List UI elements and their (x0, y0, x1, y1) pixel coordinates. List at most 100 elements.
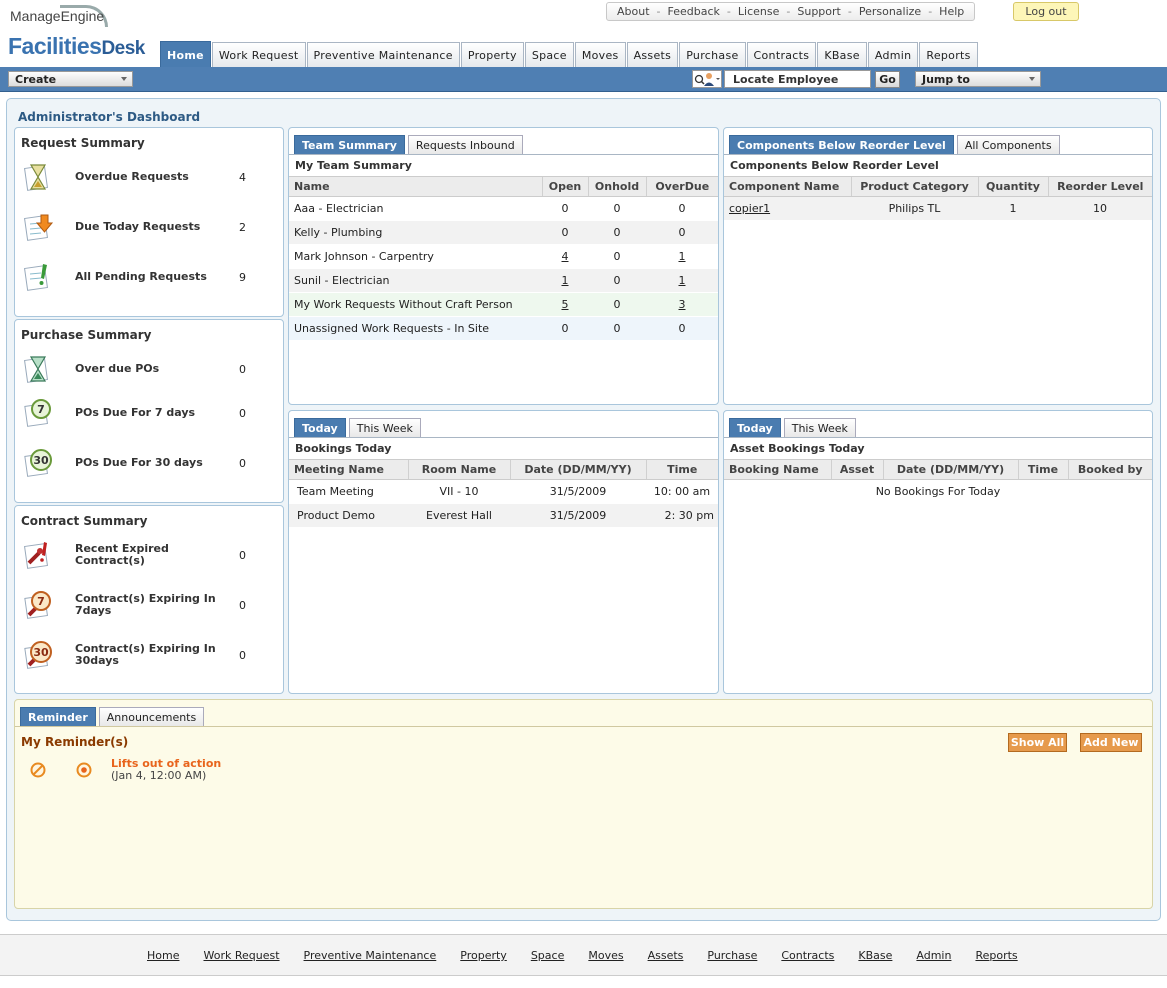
open-count-link[interactable]: 5 (562, 298, 569, 311)
go-button[interactable]: Go (875, 71, 900, 88)
col-meeting-name[interactable]: Meeting Name (289, 459, 408, 480)
tab-team-summary[interactable]: Team Summary (294, 135, 405, 154)
top-link-license[interactable]: License (738, 5, 779, 18)
pos-due-30-days-row[interactable]: 30 POs Due For 30 days 0 (21, 446, 271, 480)
footer-link-admin[interactable]: Admin (916, 949, 951, 962)
add-new-button[interactable]: Add New (1080, 733, 1142, 752)
col-component-name[interactable]: Component Name (724, 176, 851, 197)
footer-link-work-request[interactable]: Work Request (203, 949, 279, 962)
top-link-about[interactable]: About (617, 5, 650, 18)
contracts-expiring-7-row[interactable]: 7 Contract(s) Expiring In 7days 0 (21, 588, 271, 622)
tab-all-components[interactable]: All Components (956, 135, 1060, 154)
col-asset[interactable]: Asset (830, 459, 883, 480)
footer-link-preventive-maintenance[interactable]: Preventive Maintenance (304, 949, 437, 962)
tab-reports[interactable]: Reports (919, 42, 978, 68)
tab-moves[interactable]: Moves (574, 42, 626, 68)
footer-link-moves[interactable]: Moves (588, 949, 623, 962)
table-header: Component Name Product Category Quantity… (724, 176, 1152, 197)
col-overdue[interactable]: OverDue (645, 176, 718, 197)
reminder-tabs: Reminder Announcements (20, 707, 207, 726)
open-count-link[interactable]: 4 (562, 250, 569, 263)
contract-summary-title: Contract Summary (21, 514, 148, 528)
tab-purchase[interactable]: Purchase (679, 42, 746, 68)
tab-contracts[interactable]: Contracts (746, 42, 817, 68)
col-time[interactable]: Time (645, 459, 718, 480)
col-date[interactable]: Date (DD/MM/YY) (509, 459, 646, 480)
employee-search-icon[interactable] (692, 70, 722, 88)
delete-reminder-icon[interactable] (29, 761, 47, 782)
tab-preventive-maintenance[interactable]: Preventive Maintenance (306, 42, 460, 68)
components-table: Component Name Product Category Quantity… (724, 176, 1152, 221)
cell-room: Everest Hall (408, 503, 510, 528)
footer-link-home[interactable]: Home (147, 949, 179, 962)
jump-to-dropdown[interactable]: Jump to (915, 71, 1041, 87)
tab-work-request[interactable]: Work Request (211, 42, 306, 68)
footer-link-contracts[interactable]: Contracts (781, 949, 834, 962)
dashboard-title: Administrator's Dashboard (18, 110, 201, 124)
create-label: Create (15, 72, 57, 86)
complete-reminder-icon[interactable] (75, 761, 93, 782)
col-time[interactable]: Time (1017, 459, 1068, 480)
tab-assets[interactable]: Assets (626, 42, 679, 68)
col-quantity[interactable]: Quantity (977, 176, 1048, 197)
col-product-category[interactable]: Product Category (850, 176, 978, 197)
top-link-help[interactable]: Help (939, 5, 964, 18)
tab-today[interactable]: Today (294, 418, 346, 437)
logout-button[interactable]: Log out (1013, 2, 1079, 21)
footer-link-reports[interactable]: Reports (975, 949, 1017, 962)
contracts-expiring-30-row[interactable]: 30 Contract(s) Expiring In 30days 0 (21, 638, 271, 672)
tab-components-below-reorder[interactable]: Components Below Reorder Level (729, 135, 954, 154)
col-booking-name[interactable]: Booking Name (724, 459, 831, 480)
tab-reminder[interactable]: Reminder (20, 707, 96, 726)
overdue-count-link[interactable]: 1 (679, 274, 686, 287)
locate-employee-input[interactable]: Locate Employee (724, 70, 871, 88)
col-name[interactable]: Name (289, 176, 542, 197)
tab-admin[interactable]: Admin (867, 42, 919, 68)
tab-property[interactable]: Property (460, 42, 524, 68)
tab-announcements[interactable]: Announcements (98, 707, 205, 726)
table-row: Mark Johnson - Carpentry 4 0 1 (289, 244, 718, 269)
due-today-requests-row[interactable]: Due Today Requests 2 (21, 210, 271, 244)
col-room-name[interactable]: Room Name (407, 459, 510, 480)
col-date[interactable]: Date (DD/MM/YY) (882, 459, 1018, 480)
tab-kbase[interactable]: KBase (817, 42, 867, 68)
product-logo[interactable]: FacilitiesDesk (8, 33, 145, 60)
no-bookings-message: No Bookings For Today (724, 479, 1152, 504)
cell-onhold: 0 (588, 196, 646, 221)
overdue-count-link[interactable]: 3 (679, 298, 686, 311)
contracts-expiring-7-label: Contract(s) Expiring In 7days (75, 592, 216, 617)
all-pending-requests-row[interactable]: All Pending Requests 9 (21, 260, 271, 294)
footer-link-property[interactable]: Property (460, 949, 507, 962)
footer-link-purchase[interactable]: Purchase (707, 949, 757, 962)
create-dropdown[interactable]: Create (8, 71, 133, 87)
col-booked-by[interactable]: Booked by (1067, 459, 1152, 480)
tab-today[interactable]: Today (729, 418, 781, 437)
table-row: copier1 Philips TL 1 10 (724, 196, 1152, 221)
product-suffix: Desk (101, 38, 145, 59)
tab-this-week[interactable]: This Week (783, 418, 856, 437)
tab-space[interactable]: Space (524, 42, 574, 68)
footer-link-space[interactable]: Space (531, 949, 565, 962)
component-link[interactable]: copier1 (729, 202, 770, 215)
tab-this-week[interactable]: This Week (348, 418, 421, 437)
tab-requests-inbound[interactable]: Requests Inbound (407, 135, 523, 154)
col-reorder-level[interactable]: Reorder Level (1047, 176, 1152, 197)
overdue-requests-row[interactable]: Overdue Requests 4 (21, 160, 271, 194)
tab-home[interactable]: Home (160, 41, 211, 68)
show-all-button[interactable]: Show All (1008, 733, 1067, 752)
table-row: Unassigned Work Requests - In Site 0 0 0 (289, 316, 718, 341)
col-open[interactable]: Open (541, 176, 588, 197)
open-count-link[interactable]: 1 (562, 274, 569, 287)
calendar-30-icon: 30 (21, 447, 55, 479)
pos-due-7-days-row[interactable]: 7 POs Due For 7 days 0 (21, 396, 271, 430)
top-link-personalize[interactable]: Personalize (859, 5, 921, 18)
col-onhold[interactable]: Onhold (587, 176, 646, 197)
overdue-count-link[interactable]: 1 (679, 250, 686, 263)
expired-contracts-row[interactable]: Recent Expired Contract(s) 0 (21, 538, 271, 572)
top-link-support[interactable]: Support (797, 5, 840, 18)
footer-link-assets[interactable]: Assets (648, 949, 684, 962)
purchase-summary-box: Purchase Summary Over due POs 0 7 POs Du… (14, 319, 284, 503)
footer-link-kbase[interactable]: KBase (858, 949, 892, 962)
overdue-pos-row[interactable]: Over due POs 0 (21, 352, 271, 386)
top-link-feedback[interactable]: Feedback (668, 5, 720, 18)
